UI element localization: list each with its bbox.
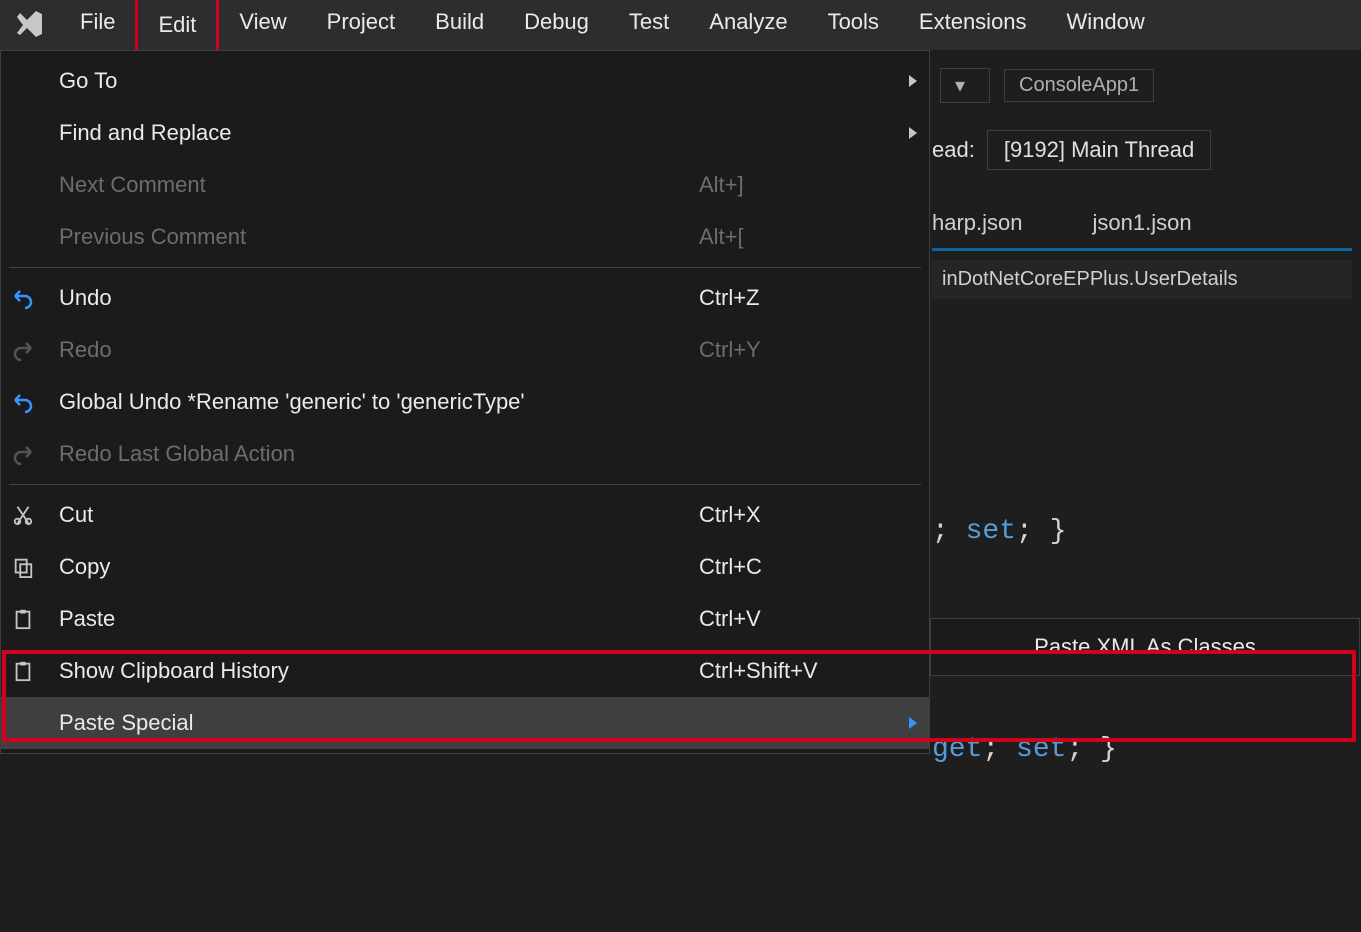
- menubar-item-debug[interactable]: Debug: [504, 0, 609, 53]
- menu-item-label: Find and Replace: [45, 120, 699, 146]
- menubar-item-extensions[interactable]: Extensions: [899, 0, 1047, 53]
- menubar-item-project[interactable]: Project: [307, 0, 415, 53]
- combo-empty[interactable]: ▾: [940, 68, 990, 103]
- menubar-item-file[interactable]: File: [60, 0, 135, 53]
- tab-2[interactable]: json1.json: [1093, 210, 1192, 236]
- cut-icon: [1, 504, 45, 526]
- menubar-item-edit[interactable]: Edit: [135, 0, 219, 53]
- menu-item-paste-special[interactable]: Paste Special: [1, 697, 929, 749]
- menu-item-show-clipboard-history[interactable]: Show Clipboard HistoryCtrl+Shift+V: [1, 645, 929, 697]
- chevron-down-icon: ▾: [955, 73, 965, 98]
- menubar-item-test[interactable]: Test: [609, 0, 689, 53]
- menu-item-label: Previous Comment: [45, 224, 699, 250]
- menu-item-undo[interactable]: UndoCtrl+Z: [1, 272, 929, 324]
- menu-item-paste-xml-as-classes[interactable]: Paste XML As Classes: [931, 619, 1359, 675]
- menu-item-redo-last-global-action: Redo Last Global Action: [1, 428, 929, 480]
- menu-item-shortcut: Alt+]: [699, 172, 899, 198]
- menu-item-label: Redo: [45, 337, 699, 363]
- menu-item-label: Paste Special: [45, 710, 699, 736]
- menu-separator: [9, 267, 921, 268]
- menubar-item-tools[interactable]: Tools: [808, 0, 899, 53]
- thread-value: [9192] Main Thread: [1004, 137, 1194, 162]
- menu-item-label: Show Clipboard History: [45, 658, 699, 684]
- menu-item-shortcut: Alt+[: [699, 224, 899, 250]
- menubar-item-view[interactable]: View: [219, 0, 306, 53]
- menu-item-label: Paste: [45, 606, 699, 632]
- menu-item-next-comment: Next CommentAlt+]: [1, 159, 929, 211]
- vs-logo-icon: [12, 7, 48, 43]
- code-line-1: ; set; }: [932, 496, 1117, 569]
- submenu-arrow-icon: [899, 127, 929, 139]
- menu-item-shortcut: Ctrl+V: [699, 606, 899, 632]
- menu-item-shortcut: Ctrl+Z: [699, 285, 899, 311]
- menu-item-cut[interactable]: CutCtrl+X: [1, 489, 929, 541]
- menu-item-label: Go To: [45, 68, 699, 94]
- breadcrumb[interactable]: inDotNetCoreEPPlus.UserDetails: [932, 260, 1352, 299]
- redo-icon: [1, 338, 45, 362]
- menu-item-label: Cut: [45, 502, 699, 528]
- menubar-item-build[interactable]: Build: [415, 0, 504, 53]
- thread-label: ead:: [932, 137, 975, 163]
- menu-item-redo: RedoCtrl+Y: [1, 324, 929, 376]
- menu-item-label: Next Comment: [45, 172, 699, 198]
- copy-icon: [1, 556, 45, 578]
- menu-item-shortcut: Ctrl+X: [699, 502, 899, 528]
- menu-item-shortcut: Ctrl+Y: [699, 337, 899, 363]
- toolbar-combos: ▾ ConsoleApp1: [940, 68, 1154, 103]
- menu-item-label: Copy: [45, 554, 699, 580]
- thread-value-box[interactable]: [9192] Main Thread: [987, 130, 1211, 170]
- menu-separator: [9, 484, 921, 485]
- submenu-arrow-icon: [899, 717, 929, 729]
- menubar-item-analyze[interactable]: Analyze: [689, 0, 807, 53]
- document-tabs: harp.json json1.json: [932, 210, 1352, 251]
- menubar-item-window[interactable]: Window: [1047, 0, 1165, 53]
- edit-menu-dropdown: Go ToFind and ReplaceNext CommentAlt+]Pr…: [0, 50, 930, 754]
- undo-icon: [1, 286, 45, 310]
- paste-icon: [1, 608, 45, 630]
- menu-item-label: Undo: [45, 285, 699, 311]
- menu-item-shortcut: Ctrl+C: [699, 554, 899, 580]
- paste-special-submenu: Paste XML As Classes: [930, 618, 1360, 676]
- menubar: FileEditViewProjectBuildDebugTestAnalyze…: [0, 0, 1361, 50]
- menu-item-label: Global Undo *Rename 'generic' to 'generi…: [45, 389, 699, 415]
- tab-1[interactable]: harp.json: [932, 210, 1023, 236]
- paste-icon: [1, 660, 45, 682]
- menu-item-label: Redo Last Global Action: [45, 441, 699, 467]
- combo-project[interactable]: ConsoleApp1: [1004, 69, 1154, 102]
- menu-item-go-to[interactable]: Go To: [1, 55, 929, 107]
- menu-item-previous-comment: Previous CommentAlt+[: [1, 211, 929, 263]
- menu-item-find-and-replace[interactable]: Find and Replace: [1, 107, 929, 159]
- thread-selector: ead: [9192] Main Thread: [932, 130, 1211, 170]
- breadcrumb-text: inDotNetCoreEPPlus.UserDetails: [942, 268, 1238, 290]
- redo-icon: [1, 442, 45, 466]
- menu-item-global-undo-rename-generic-to-generictyp[interactable]: Global Undo *Rename 'generic' to 'generi…: [1, 376, 929, 428]
- submenu-arrow-icon: [899, 75, 929, 87]
- combo-project-text: ConsoleApp1: [1019, 74, 1139, 97]
- menu-item-paste[interactable]: PasteCtrl+V: [1, 593, 929, 645]
- submenu-item-label: Paste XML As Classes: [931, 634, 1359, 660]
- menu-item-copy[interactable]: CopyCtrl+C: [1, 541, 929, 593]
- undo-icon: [1, 390, 45, 414]
- menu-item-shortcut: Ctrl+Shift+V: [699, 658, 899, 684]
- code-line-2: get; set; }: [932, 714, 1117, 787]
